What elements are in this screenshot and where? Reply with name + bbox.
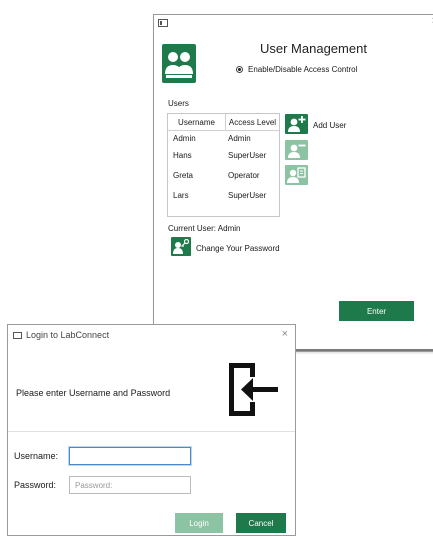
login-dialog: Login to LabConnect × Please enter Usern… <box>7 324 296 536</box>
table-row[interactable]: Admin Admin <box>168 131 279 145</box>
cell-username: Admin <box>173 133 196 143</box>
users-table[interactable]: Username Access Level Admin Admin Hans S… <box>167 113 280 217</box>
remove-user-icon <box>288 144 306 158</box>
username-field[interactable] <box>69 447 191 465</box>
table-row[interactable]: Hans SuperUser <box>168 145 279 165</box>
add-user-button[interactable] <box>285 114 308 134</box>
column-header-access-level[interactable]: Access Level <box>226 114 279 130</box>
current-user-label: Current User: Admin <box>168 224 241 233</box>
users-section-label: Users <box>168 99 189 108</box>
access-control-label: Enable/Disable Access Control <box>248 65 358 74</box>
edit-user-icon <box>287 167 306 183</box>
edit-user-button[interactable] <box>285 165 308 185</box>
key-user-icon <box>173 238 190 254</box>
add-user-icon <box>288 116 306 132</box>
close-icon[interactable]: × <box>282 328 288 340</box>
users-logo-icon <box>162 44 196 83</box>
cell-access-level: SuperUser <box>228 150 267 160</box>
login-door-icon <box>225 359 282 420</box>
access-control-toggle[interactable]: Enable/Disable Access Control <box>236 65 357 74</box>
window-menu-icon[interactable] <box>13 332 22 339</box>
cell-access-level: Admin <box>228 133 251 143</box>
window-menu-icon[interactable] <box>158 19 168 27</box>
login-prompt: Please enter Username and Password <box>16 388 171 398</box>
title-bar[interactable]: Login to LabConnect × <box>8 325 295 347</box>
cell-username: Lars <box>173 190 189 200</box>
change-password-button[interactable] <box>171 237 191 256</box>
cell-username: Greta <box>173 170 194 180</box>
remove-user-button[interactable] <box>285 140 308 160</box>
username-label: Username: <box>14 451 59 461</box>
password-field[interactable] <box>69 476 191 494</box>
table-row[interactable]: Lars SuperUser <box>168 185 279 205</box>
change-password-label: Change Your Password <box>196 244 280 253</box>
enter-button[interactable]: Enter <box>339 301 414 321</box>
column-header-username[interactable]: Username <box>168 114 226 130</box>
cell-access-level: Operator <box>228 170 260 180</box>
add-user-label: Add User <box>313 121 347 130</box>
user-management-window: × User Management Enable/Disable Access … <box>153 14 433 352</box>
page-title: User Management <box>260 41 367 56</box>
table-row[interactable]: Greta Operator <box>168 165 279 185</box>
login-button[interactable]: Login <box>175 513 223 533</box>
dialog-title: Login to LabConnect <box>26 330 110 340</box>
cell-username: Hans <box>173 150 192 160</box>
table-header: Username Access Level <box>168 114 279 131</box>
cancel-button[interactable]: Cancel <box>236 513 286 533</box>
radio-icon[interactable] <box>236 66 243 73</box>
cell-access-level: SuperUser <box>228 190 267 200</box>
divider <box>8 431 295 432</box>
password-label: Password: <box>14 480 57 490</box>
